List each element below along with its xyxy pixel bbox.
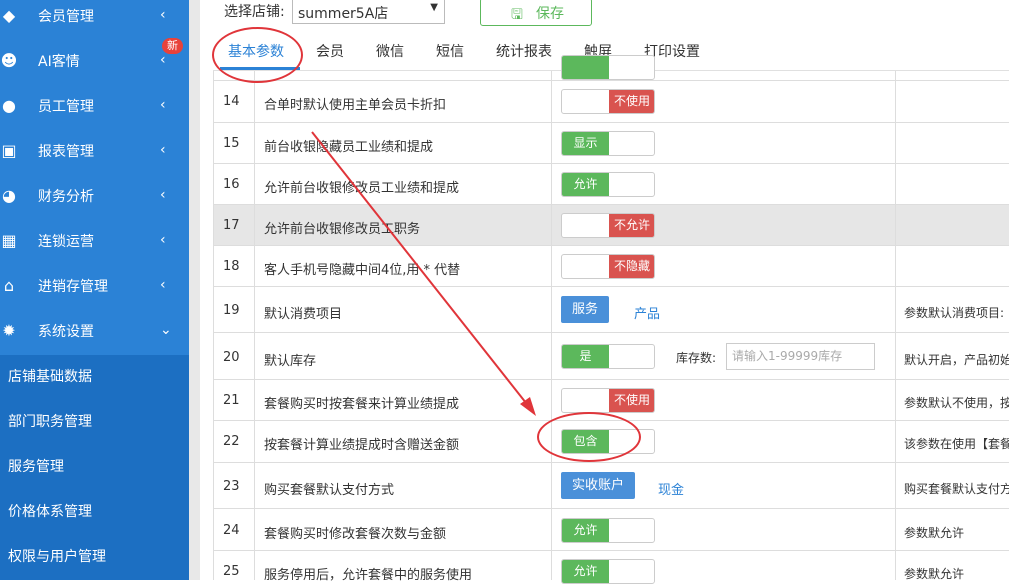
annotation-arrow xyxy=(311,131,536,416)
